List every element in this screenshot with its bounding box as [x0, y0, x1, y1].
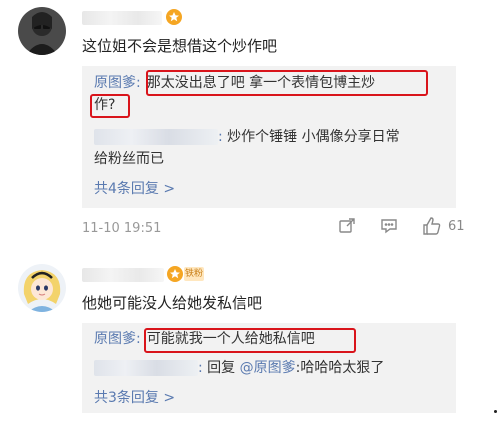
username-blurred[interactable]	[82, 268, 164, 282]
like-button[interactable]: 61	[422, 216, 465, 236]
reply-2[interactable]: : 回复 @原图爹:哈哈哈太狠了	[94, 357, 384, 379]
timestamp: 11-10 19:51	[82, 221, 162, 236]
highlight-box	[146, 70, 428, 96]
highlight-box	[144, 328, 356, 353]
avatar[interactable]	[18, 7, 66, 55]
comment-icon[interactable]	[380, 217, 398, 235]
reply-author-blurred[interactable]	[94, 129, 218, 145]
reply-author[interactable]: 原图爹:	[94, 331, 141, 347]
username-blurred[interactable]	[82, 11, 162, 25]
more-replies-link[interactable]: 共3条回复 >	[94, 387, 175, 407]
more-replies-link[interactable]: 共4条回复 >	[94, 178, 175, 198]
reply-2-continued: 给粉丝而已	[94, 151, 164, 167]
action-bar: 61	[338, 216, 465, 236]
reply-author[interactable]: 原图爹:	[94, 75, 141, 91]
avatar[interactable]	[18, 264, 66, 312]
thumbs-up-icon	[422, 216, 442, 236]
fan-badge-icon	[167, 266, 183, 282]
reply-2[interactable]: : 炒作个锤锤 小偶像分享日常	[94, 126, 400, 148]
highlight-box	[90, 94, 130, 118]
reply-author-blurred[interactable]	[94, 360, 198, 376]
fan-badge-label: 铁粉	[184, 267, 204, 281]
stray-dot	[494, 410, 497, 413]
fan-badge-icon	[166, 9, 182, 25]
comment-text: 这位姐不会是想借这个炒作吧	[82, 37, 278, 55]
comment-text: 他她可能没人给她发私信吧	[82, 294, 263, 312]
share-icon[interactable]	[338, 217, 356, 235]
like-count: 61	[448, 218, 465, 234]
mention-link[interactable]: @原图爹	[240, 360, 296, 376]
